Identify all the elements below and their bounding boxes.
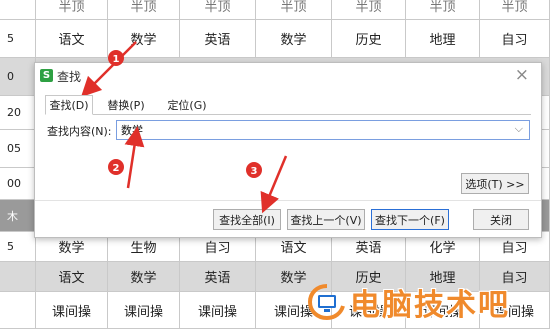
- find-previous-button[interactable]: 查找上一个(V): [287, 209, 365, 230]
- sheet-cell: 语文: [36, 262, 108, 291]
- find-input[interactable]: [117, 121, 501, 139]
- sheet-cell: 地理: [406, 20, 480, 57]
- find-dialog: S 查找 × 查找(D) 替换(P) 定位(G) 查找内容(N): ⌵ 选项(T…: [34, 62, 542, 238]
- dialog-tabs: 查找(D) 替换(P) 定位(G): [45, 95, 531, 115]
- dialog-title: 查找: [57, 70, 82, 84]
- row-number: 木: [0, 200, 36, 231]
- sheet-cell: 半顶: [480, 0, 550, 19]
- watermark: 电脑技术吧: [307, 282, 510, 323]
- tab-find[interactable]: 查找(D): [45, 95, 93, 115]
- sheet-row: 5 语文 数学 英语 数学 历史 地理 自习: [0, 20, 550, 58]
- close-button[interactable]: 关闭: [473, 209, 529, 230]
- row-number: [0, 292, 36, 328]
- sheet-cell: 历史: [332, 20, 406, 57]
- sheet-cell: 英语: [180, 262, 256, 291]
- row-number: 20: [0, 96, 36, 129]
- sheet-row-top: 半顶 半顶 半顶 半顶 半顶 半顶 半顶: [0, 0, 550, 20]
- close-icon[interactable]: ×: [515, 65, 529, 85]
- sheet-cell: 英语: [180, 20, 256, 57]
- dialog-titlebar[interactable]: S 查找 ×: [35, 63, 541, 89]
- sheet-cell: 半顶: [406, 0, 480, 19]
- sheet-cell: 自习: [480, 20, 550, 57]
- sheet-cell: 半顶: [332, 0, 406, 19]
- find-next-button[interactable]: 查找下一个(F): [371, 209, 449, 230]
- sheet-cell: 语文: [36, 20, 108, 57]
- row-number: 5: [0, 232, 36, 261]
- row-number: [0, 262, 36, 291]
- sheet-cell: 半顶: [108, 0, 180, 19]
- sheet-cell: 数学: [256, 20, 332, 57]
- find-all-button[interactable]: 查找全部(I): [213, 209, 281, 230]
- sheet-cell: 课间操: [108, 292, 180, 328]
- chevron-down-icon[interactable]: ⌵: [515, 122, 523, 136]
- row-number: 5: [0, 20, 36, 57]
- sheet-cell: 数学: [108, 262, 180, 291]
- dialog-divider: [35, 200, 541, 201]
- sheet-cell: 课间操: [180, 292, 256, 328]
- row-number: [0, 0, 36, 19]
- sheet-cell: 半顶: [36, 0, 108, 19]
- find-input-box[interactable]: ⌵: [116, 120, 530, 140]
- tab-replace[interactable]: 替换(P): [97, 95, 155, 114]
- watermark-logo-icon: [307, 284, 346, 321]
- row-number: 00: [0, 168, 36, 199]
- row-number: 0: [0, 58, 36, 95]
- sheet-cell: 数学: [108, 20, 180, 57]
- tab-goto[interactable]: 定位(G): [159, 95, 215, 114]
- row-number: 05: [0, 130, 36, 167]
- wps-app-icon: S: [40, 69, 53, 82]
- sheet-cell: 半顶: [180, 0, 256, 19]
- sheet-cell: 课间操: [36, 292, 108, 328]
- find-field-label: 查找内容(N):: [47, 125, 112, 138]
- options-button[interactable]: 选项(T) >>: [461, 173, 529, 194]
- sheet-cell: 半顶: [256, 0, 332, 19]
- watermark-text: 电脑技术吧: [350, 288, 510, 323]
